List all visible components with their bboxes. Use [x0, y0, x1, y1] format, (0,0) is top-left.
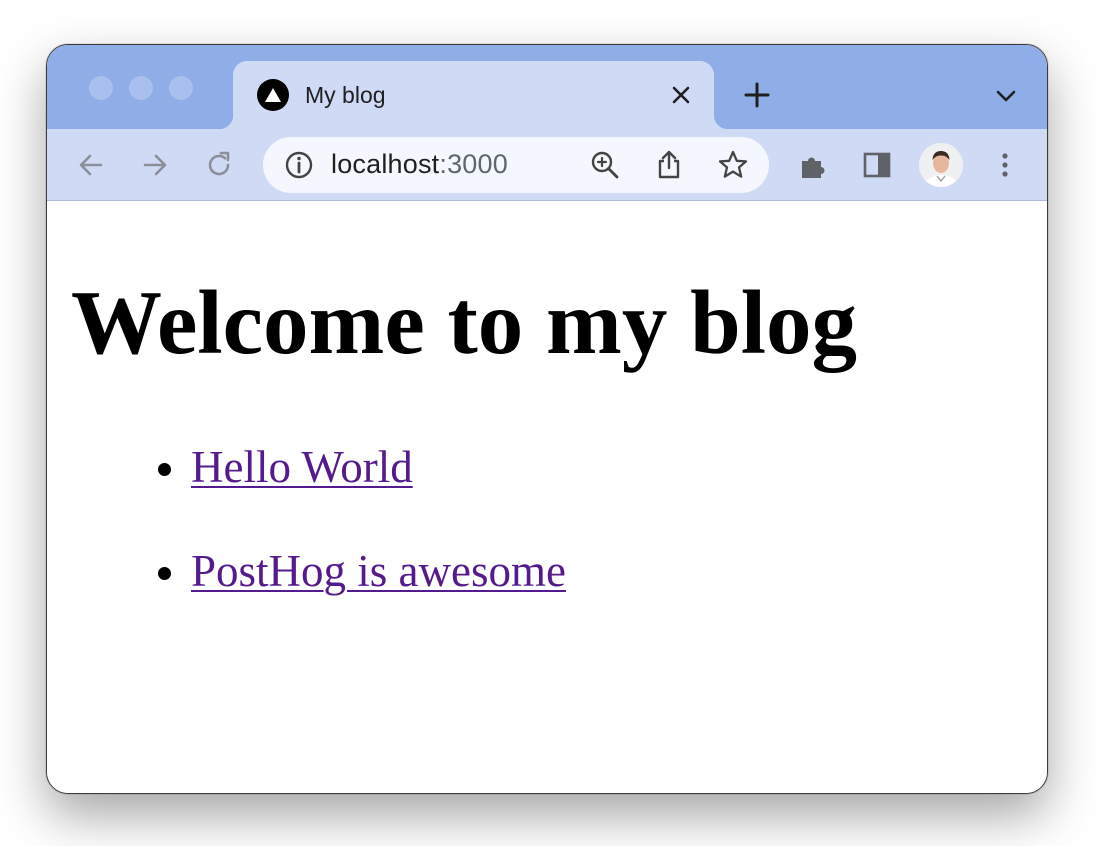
page-heading: Welcome to my blog — [71, 272, 857, 373]
extensions-puzzle-icon[interactable] — [797, 149, 829, 181]
page-content: Welcome to my blog Hello World PostHog i… — [47, 201, 1047, 793]
list-item: Hello World — [191, 441, 566, 493]
browser-window: My blog localhost:3000 Welcome to my blo… — [46, 44, 1048, 794]
window-maximize-button[interactable] — [169, 76, 193, 100]
url-port: :3000 — [439, 149, 508, 179]
post-link-posthog-is-awesome[interactable]: PostHog is awesome — [191, 546, 566, 596]
window-close-button[interactable] — [89, 76, 113, 100]
chevron-down-icon[interactable] — [993, 83, 1019, 109]
site-info-icon[interactable] — [283, 149, 315, 181]
reload-icon[interactable] — [203, 149, 235, 181]
profile-avatar[interactable] — [919, 143, 963, 187]
list-item: PostHog is awesome — [191, 545, 566, 597]
url-text[interactable]: localhost:3000 — [331, 149, 508, 180]
tab-my-blog[interactable]: My blog — [219, 61, 728, 129]
close-tab-icon[interactable] — [667, 81, 695, 109]
new-tab-icon[interactable] — [743, 81, 771, 109]
back-arrow-icon[interactable] — [75, 149, 107, 181]
bookmark-star-icon[interactable] — [717, 149, 749, 181]
forward-arrow-icon[interactable] — [139, 149, 171, 181]
address-bar[interactable]: localhost:3000 — [263, 137, 769, 193]
more-menu-icon[interactable] — [989, 149, 1021, 181]
tab-strip: My blog — [47, 45, 1047, 129]
url-host: localhost — [331, 149, 440, 179]
tab-title: My blog — [305, 82, 386, 108]
window-minimize-button[interactable] — [129, 76, 153, 100]
post-list: Hello World PostHog is awesome — [117, 441, 566, 649]
side-panel-icon[interactable] — [861, 149, 893, 181]
post-link-hello-world[interactable]: Hello World — [191, 442, 413, 492]
zoom-icon[interactable] — [589, 149, 621, 181]
share-icon[interactable] — [653, 149, 685, 181]
triangle-logo-icon — [257, 79, 289, 111]
browser-toolbar: localhost:3000 — [47, 129, 1047, 201]
